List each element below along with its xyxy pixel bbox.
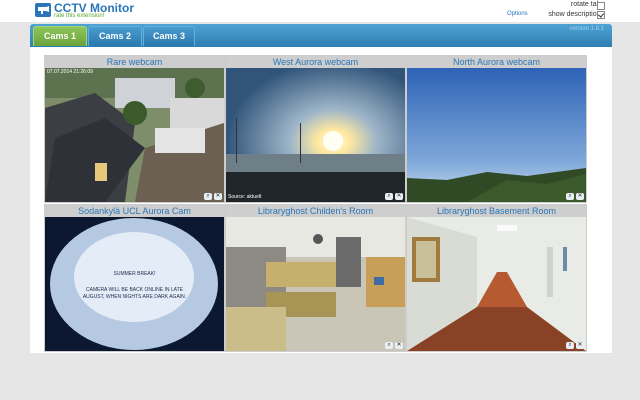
close-icon[interactable]: ✕	[395, 342, 403, 349]
rate-extension-link[interactable]: rate this extension!	[54, 13, 104, 19]
cam-feed-image	[407, 68, 586, 202]
cam-controls: ⌕ ✕	[566, 342, 584, 349]
close-icon[interactable]: ✕	[576, 193, 584, 200]
close-icon[interactable]: ✕	[576, 342, 584, 349]
show-descriptions-checkbox[interactable]	[597, 11, 605, 19]
zoom-icon[interactable]: ⌕	[566, 193, 574, 200]
cam-timestamp: 07.07.2014 21:26:09	[47, 69, 93, 75]
cam-tile-basement-room[interactable]: Libraryghost Basement Room ⌕ ✕	[407, 205, 586, 351]
cam-controls: ⌕ ✕	[385, 193, 403, 200]
zoom-icon[interactable]: ⌕	[385, 342, 393, 349]
cam-title: West Aurora webcam	[226, 56, 405, 68]
cam-tile-rare[interactable]: Rare webcam 07.07.2014 21:26:09 ⌕ ✕	[45, 56, 224, 202]
summer-break-title: SUMMER BREAK!	[113, 271, 156, 277]
cctv-camera-icon	[35, 3, 51, 17]
cam-source-text: Source: aktuelt	[228, 194, 262, 200]
cam-tile-west-aurora[interactable]: West Aurora webcam Source: aktuelt ⌕ ✕	[226, 56, 405, 202]
tab-cams-1[interactable]: Cams 1	[33, 26, 87, 46]
cam-tile-north-aurora[interactable]: North Aurora webcam ⌕ ✕	[407, 56, 586, 202]
header: CCTV Monitor rate this extension! rotate…	[0, 0, 640, 22]
cam-controls: ⌕ ✕	[385, 342, 403, 349]
cam-feed-image	[45, 68, 224, 202]
summer-break-line-1: CAMERA WILL BE BACK ONLINE IN LATE	[86, 287, 183, 293]
cam-title: Sodankylä UCL Aurora Cam	[45, 205, 224, 217]
options-link[interactable]: Options	[507, 11, 528, 17]
cams-panel: Rare webcam 07.07.2014 21:26:09 ⌕ ✕ West…	[30, 47, 612, 353]
version-label: version 1.8.1	[569, 26, 604, 32]
zoom-icon[interactable]: ⌕	[566, 342, 574, 349]
summer-break-line-2: AUGUST, WHEN NIGHTS ARE DARK AGAIN.	[82, 294, 187, 300]
tab-cams-3[interactable]: Cams 3	[143, 26, 195, 46]
zoom-icon[interactable]: ⌕	[204, 193, 212, 200]
tab-cams-2[interactable]: Cams 2	[88, 26, 142, 46]
cam-title: Rare webcam	[45, 56, 224, 68]
close-icon[interactable]: ✕	[395, 193, 403, 200]
cam-title: Libraryghost Childen's Room	[226, 205, 405, 217]
rotate-tabs-checkbox[interactable]	[597, 2, 605, 10]
cam-controls: ⌕ ✕	[566, 193, 584, 200]
cam-feed-image	[407, 217, 586, 351]
cam-title: North Aurora webcam	[407, 56, 586, 68]
cam-feed-image	[45, 217, 224, 351]
cam-feed-image	[226, 68, 405, 202]
cam-controls: ⌕ ✕	[204, 193, 222, 200]
close-icon[interactable]: ✕	[214, 193, 222, 200]
cam-title: Libraryghost Basement Room	[407, 205, 586, 217]
show-descriptions-label: show descriptions	[548, 11, 604, 18]
cam-tile-childrens-room[interactable]: Libraryghost Childen's Room ⌕ ✕	[226, 205, 405, 351]
tab-bar: Cams 1 Cams 2 Cams 3 version 1.8.1	[30, 24, 612, 47]
cam-feed-image	[226, 217, 405, 351]
cam-tile-sodankyla[interactable]: Sodankylä UCL Aurora Cam SUMMER BREAK! C…	[45, 205, 224, 351]
zoom-icon[interactable]: ⌕	[385, 193, 393, 200]
